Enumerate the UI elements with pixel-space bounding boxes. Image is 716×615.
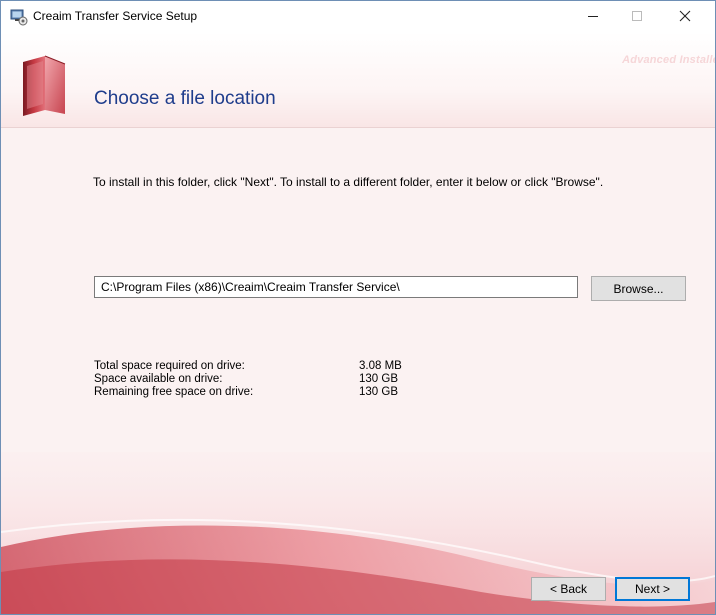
footer-decoration [1, 452, 715, 614]
minimize-icon [588, 16, 598, 17]
back-button[interactable]: < Back [531, 577, 606, 601]
header-band [1, 32, 715, 127]
next-button[interactable]: Next > [615, 577, 690, 601]
browse-button[interactable]: Browse... [591, 276, 686, 301]
space-value: 3.08 MB [359, 360, 402, 372]
space-value: 130 GB [359, 373, 398, 385]
install-path-input[interactable] [94, 276, 578, 298]
instruction-text: To install in this folder, click "Next".… [93, 175, 604, 189]
space-value: 130 GB [359, 386, 398, 398]
dialog-body: Advanced Installe Choose a file location… [1, 32, 715, 614]
maximize-button[interactable] [615, 1, 659, 31]
title-bar[interactable]: Creaim Transfer Service Setup [1, 1, 715, 31]
space-row-required: Total space required on drive: 3.08 MB [94, 360, 439, 373]
page-title: Choose a file location [94, 88, 276, 109]
space-row-remaining: Remaining free space on drive: 130 GB [94, 386, 439, 399]
space-label: Total space required on drive: [94, 360, 245, 372]
folder-book-icon [23, 55, 66, 116]
header-divider [1, 127, 715, 128]
setup-app-icon [10, 9, 28, 26]
minimize-button[interactable] [571, 1, 615, 31]
setup-window: Creaim Transfer Service Setup Advanced I… [0, 0, 716, 615]
space-row-available: Space available on drive: 130 GB [94, 373, 439, 386]
close-button[interactable] [663, 1, 707, 31]
space-label: Space available on drive: [94, 373, 223, 385]
installer-watermark: Advanced Installe [622, 54, 715, 66]
close-icon [679, 10, 691, 22]
maximize-icon [632, 11, 642, 21]
disk-space-summary: Total space required on drive: 3.08 MB S… [94, 360, 439, 399]
window-title: Creaim Transfer Service Setup [33, 9, 198, 23]
space-label: Remaining free space on drive: [94, 386, 254, 398]
